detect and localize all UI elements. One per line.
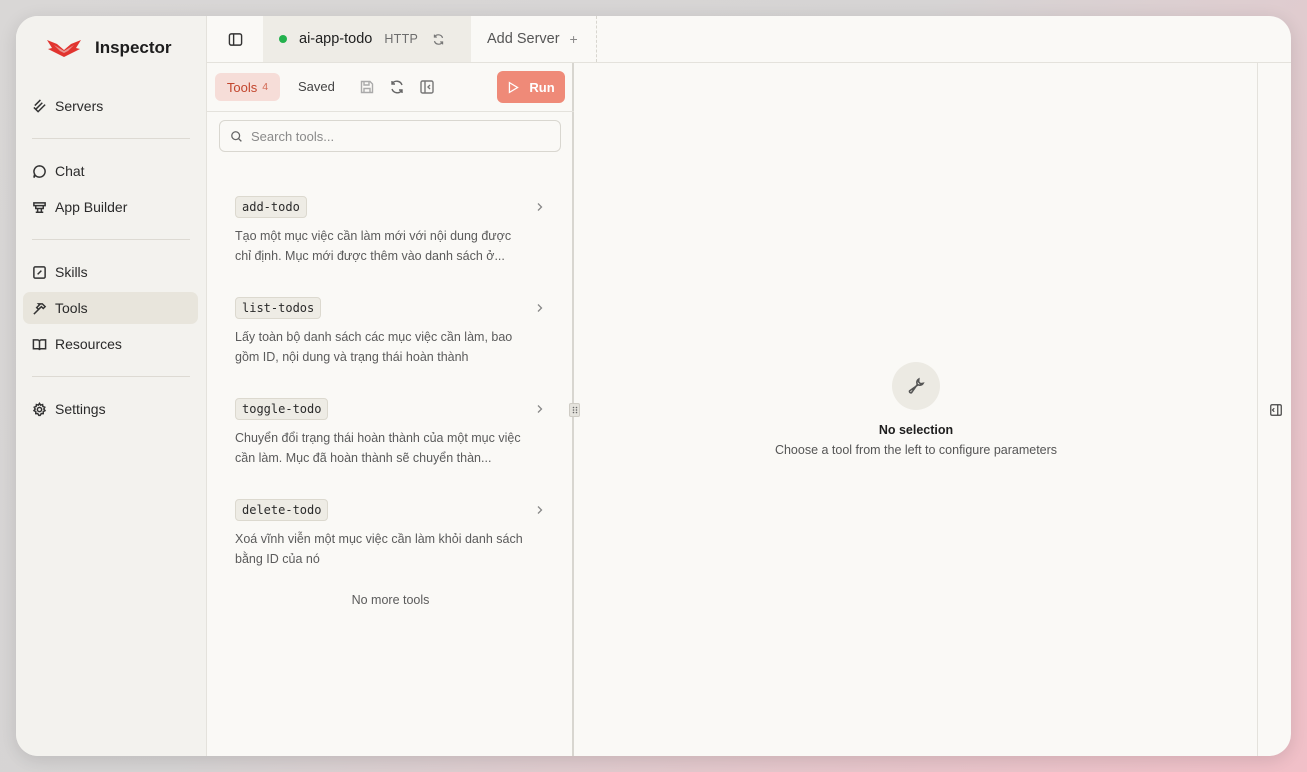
collapse-panel-icon[interactable] (419, 79, 435, 95)
sidebar-item-resources[interactable]: Resources (23, 328, 198, 360)
sidebar-item-label: Servers (55, 98, 104, 114)
tool-name: delete-todo (235, 499, 329, 521)
add-server-button[interactable]: Add Server + (471, 16, 597, 62)
chevron-right-icon (537, 506, 543, 514)
plus-icon: + (569, 31, 578, 47)
sidebar-item-chat[interactable]: Chat (23, 155, 198, 187)
status-dot (279, 35, 287, 43)
tool-description: Xoá vĩnh viễn một mục việc cần làm khỏi … (235, 532, 523, 566)
server-protocol: HTTP (384, 32, 419, 46)
search-input[interactable] (251, 128, 541, 144)
save-icon[interactable] (359, 79, 375, 95)
servers-icon (33, 98, 46, 113)
chevron-right-icon (537, 304, 543, 312)
tool-description: Tạo một mục việc cần làm mới với nội dun… (235, 229, 512, 263)
server-tab[interactable]: ai-app-todo HTTP (263, 16, 471, 62)
tools-toolbar: Tools 4 Saved Run (207, 63, 574, 112)
right-rail (1257, 63, 1291, 756)
run-button[interactable]: Run (497, 71, 565, 103)
sidebar-item-label: Tools (55, 300, 88, 316)
sidebar-item-tools[interactable]: Tools (23, 292, 198, 324)
toggle-sidebar-button[interactable] (207, 16, 263, 62)
sidebar-divider (32, 239, 190, 240)
run-label: Run (529, 79, 555, 95)
app-builder-icon (33, 201, 46, 213)
brand-name: Inspector (95, 38, 172, 57)
gear-icon (32, 401, 47, 416)
tab-tools-label: Tools (226, 79, 258, 95)
search-box[interactable] (219, 120, 561, 152)
empty-state-title: No selection (878, 423, 954, 437)
play-icon (509, 80, 520, 94)
chat-icon (33, 164, 46, 178)
tool-description: Lấy toàn bộ danh sách các mục việc cần l… (235, 330, 513, 364)
tab-saved[interactable]: Saved (298, 79, 335, 94)
top-bar: ai-app-todo HTTP Add Server + (207, 16, 1291, 63)
app-window: Inspector Servers Chat App Builder Skill… (16, 16, 1291, 756)
sidebar-item-label: Settings (55, 401, 106, 417)
tool-description: Chuyển đổi trạng thái hoàn thành của một… (235, 431, 521, 465)
tool-name: add-todo (235, 196, 307, 218)
empty-state-icon-wrap (892, 362, 940, 410)
sidebar-item-label: App Builder (55, 199, 128, 215)
tool-item-list-todos[interactable]: list-todos Lấy toàn bộ danh sách các mục… (235, 297, 545, 367)
sidebar-item-label: Resources (55, 336, 122, 352)
sidebar: Inspector Servers Chat App Builder Skill… (16, 16, 207, 756)
refresh-icon[interactable] (389, 79, 405, 95)
skills-icon (33, 265, 46, 279)
reconnect-icon[interactable] (432, 33, 445, 46)
tab-tools[interactable]: Tools 4 (215, 73, 280, 101)
wrench-icon (908, 377, 925, 394)
sidebar-item-label: Chat (55, 163, 85, 179)
sidebar-divider (32, 138, 190, 139)
no-more-tools-label: No more tools (351, 593, 430, 607)
logo-icon (47, 40, 81, 57)
expand-panel-icon[interactable] (1269, 403, 1283, 417)
search-icon (231, 130, 242, 142)
brand[interactable]: Inspector (46, 36, 172, 60)
tool-name: list-todos (235, 297, 322, 319)
tool-item-add-todo[interactable]: add-todo Tạo một mục việc cần làm mới vớ… (235, 196, 545, 266)
sidebar-item-settings[interactable]: Settings (23, 393, 198, 425)
tool-item-toggle-todo[interactable]: toggle-todo Chuyển đổi trạng thái hoàn t… (235, 398, 545, 468)
tool-item-delete-todo[interactable]: delete-todo Xoá vĩnh viễn một mục việc c… (235, 499, 545, 569)
server-name: ai-app-todo (299, 31, 373, 47)
sidebar-divider (32, 376, 190, 377)
hammer-icon (33, 302, 47, 315)
chevron-right-icon (537, 405, 543, 413)
main-content: No selection Choose a tool from the left… (575, 63, 1257, 756)
add-server-label: Add Server (487, 31, 560, 47)
tools-count-badge: 4 (262, 81, 269, 93)
empty-state-subtitle: Choose a tool from the left to configure… (774, 443, 1058, 457)
sidebar-panel-icon (228, 32, 242, 46)
sidebar-item-skills[interactable]: Skills (23, 256, 198, 288)
chevron-right-icon (537, 203, 543, 211)
sidebar-item-label: Skills (55, 264, 88, 280)
sidebar-item-servers[interactable]: Servers (23, 90, 198, 122)
sidebar-item-app-builder[interactable]: App Builder (23, 191, 198, 223)
book-icon (32, 338, 47, 350)
tools-panel: Tools 4 Saved Run add-todo (207, 63, 574, 756)
tool-name: toggle-todo (235, 398, 329, 420)
